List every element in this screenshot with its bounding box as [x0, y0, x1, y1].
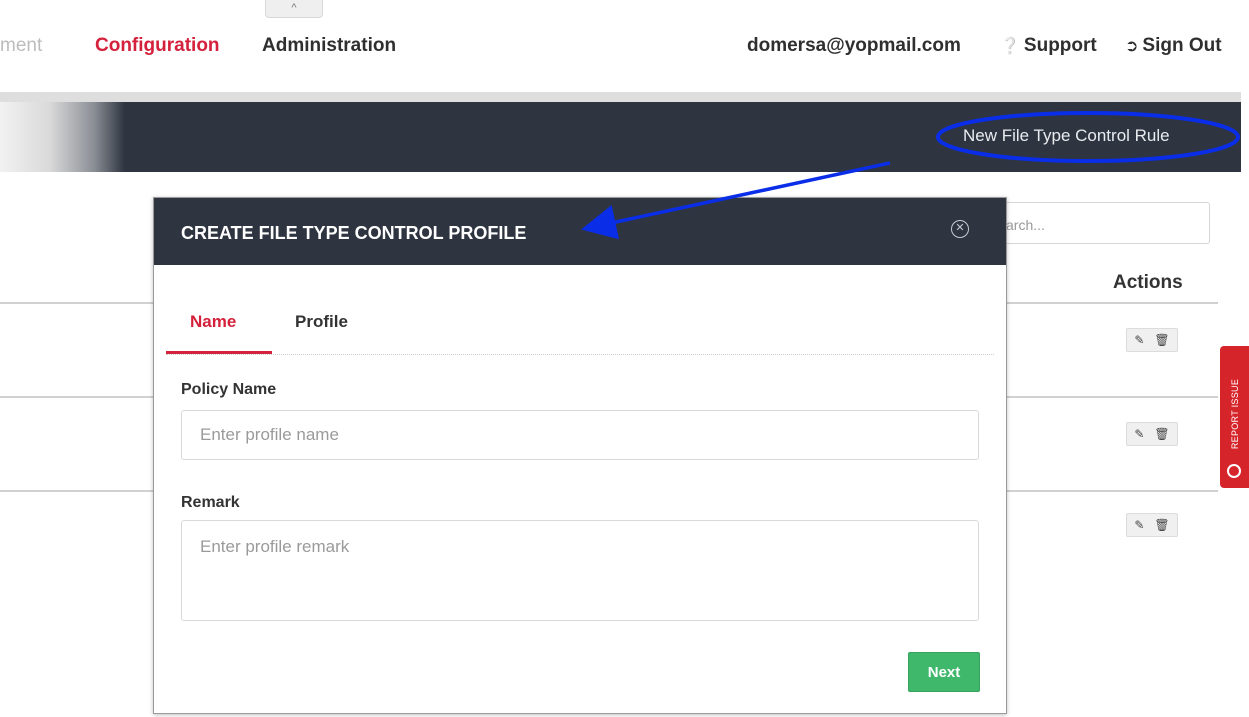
next-button[interactable]: Next [908, 652, 980, 692]
sign-out-label: Sign Out [1142, 35, 1222, 56]
sign-out-link[interactable]: ➲ Sign Out [1125, 35, 1222, 57]
edit-icon[interactable]: ✎ [1134, 518, 1144, 532]
tab-divider [166, 354, 994, 355]
policy-name-label: Policy Name [181, 381, 277, 398]
table-row-actions: ✎ 🗑 [1126, 328, 1178, 352]
close-icon[interactable]: ✕ [951, 220, 969, 238]
nav-item-administration[interactable]: Administration [262, 35, 396, 57]
policy-name-input[interactable] [181, 410, 979, 460]
remark-textarea[interactable] [181, 520, 979, 621]
report-issue-button[interactable]: REPORT ISSUE [1220, 346, 1249, 488]
table-row-actions: ✎ 🗑 [1126, 513, 1178, 537]
question-circle-icon: ❔ [1000, 38, 1020, 55]
top-navigation: ^ ment Configuration Administration dome… [0, 0, 1249, 92]
header-bar-fade [0, 102, 125, 172]
edit-icon[interactable]: ✎ [1134, 427, 1144, 441]
create-profile-modal: CREATE FILE TYPE CONTROL PROFILE ✕ Name … [153, 197, 1007, 714]
nav-divider [0, 92, 1249, 102]
edit-icon[interactable]: ✎ [1134, 333, 1144, 347]
report-issue-label: REPORT ISSUE [1229, 379, 1240, 450]
new-file-type-control-rule-link[interactable]: New File Type Control Rule [963, 126, 1170, 146]
modal-header: CREATE FILE TYPE CONTROL PROFILE ✕ [154, 198, 1006, 265]
remark-label: Remark [181, 494, 240, 511]
support-link[interactable]: ❔ Support [1000, 35, 1097, 57]
user-email[interactable]: domersa@yopmail.com [747, 35, 961, 57]
delete-icon[interactable]: 🗑 [1154, 427, 1169, 441]
actions-column-header: Actions [1113, 272, 1183, 293]
modal-title: CREATE FILE TYPE CONTROL PROFILE [181, 223, 527, 243]
support-label: Support [1023, 35, 1097, 56]
sign-out-icon: ➲ [1125, 38, 1139, 55]
tab-name[interactable]: Name [190, 312, 236, 332]
delete-icon[interactable]: 🗑 [1154, 518, 1169, 532]
collapse-nav-button[interactable]: ^ [265, 0, 323, 18]
search-input[interactable]: arch... [985, 202, 1210, 244]
table-row-actions: ✎ 🗑 [1126, 422, 1178, 446]
nav-item-configuration[interactable]: Configuration [95, 35, 220, 57]
tab-profile[interactable]: Profile [295, 312, 348, 332]
report-issue-icon [1227, 464, 1241, 478]
nav-item-partial[interactable]: ment [0, 35, 42, 57]
delete-icon[interactable]: 🗑 [1154, 333, 1169, 347]
